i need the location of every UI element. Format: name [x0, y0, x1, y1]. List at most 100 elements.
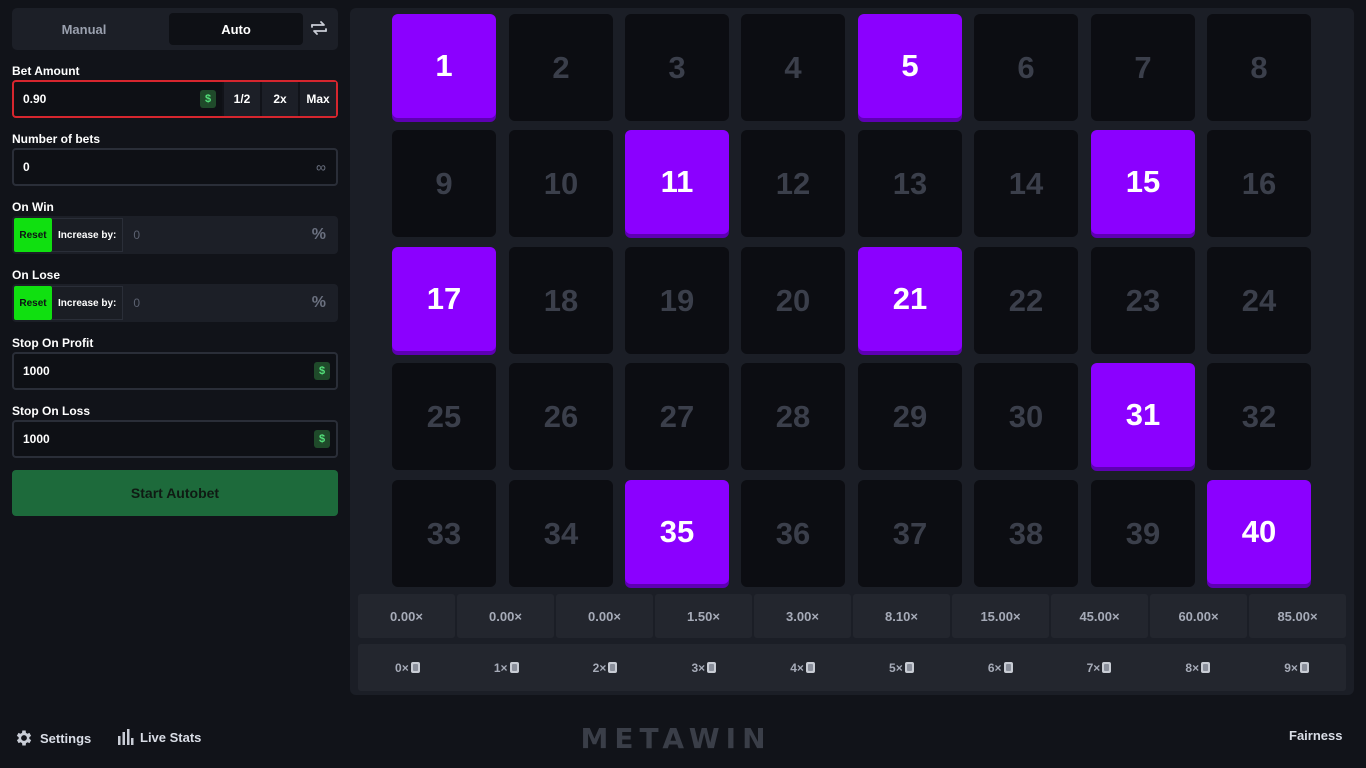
tile-31[interactable]: 31	[1091, 363, 1195, 467]
metawin-logo: METAWIN	[580, 721, 772, 755]
swap-icon[interactable]	[308, 17, 330, 39]
tile-17[interactable]: 17	[392, 247, 496, 351]
settings-button[interactable]: Settings	[14, 728, 91, 748]
hit-count: 6×	[987, 660, 1002, 675]
tile-24[interactable]: 24	[1207, 247, 1311, 354]
on-lose-increase-button[interactable]: Increase by:	[52, 286, 124, 320]
payout-cell: 1.50×	[655, 594, 752, 638]
tile-25[interactable]: 25	[392, 363, 496, 470]
gem-icon	[707, 662, 717, 673]
dollar-icon: $	[314, 362, 330, 380]
tile-8[interactable]: 8	[1207, 14, 1311, 121]
gem-icon	[1201, 662, 1211, 673]
tile-39[interactable]: 39	[1091, 480, 1195, 587]
stop-on-loss-input[interactable]: 1000	[14, 422, 314, 456]
number-of-bets-field: 0 ∞	[12, 148, 338, 186]
tile-3[interactable]: 3	[625, 14, 729, 121]
start-autobet-button[interactable]: Start Autobet	[12, 470, 338, 516]
tile-4[interactable]: 4	[741, 14, 845, 121]
gem-icon	[1003, 662, 1013, 673]
tile-6[interactable]: 6	[974, 14, 1078, 121]
tile-1[interactable]: 1	[392, 14, 496, 118]
hit-cell: 3×	[654, 644, 753, 691]
payout-cell: 0.00×	[556, 594, 653, 638]
tile-7[interactable]: 7	[1091, 14, 1195, 121]
gem-icon	[1299, 662, 1309, 673]
max-bet-button[interactable]: Max	[298, 82, 336, 116]
tile-36[interactable]: 36	[741, 480, 845, 587]
tile-30[interactable]: 30	[974, 363, 1078, 470]
autobet-panel: Manual Auto Bet Amount 0.90 $ 1/2 2x Max…	[12, 8, 338, 516]
tile-32[interactable]: 32	[1207, 363, 1311, 470]
tile-26[interactable]: 26	[509, 363, 613, 470]
dollar-icon: $	[314, 430, 330, 448]
bar-chart-icon	[118, 729, 134, 745]
tile-21[interactable]: 21	[858, 247, 962, 351]
gem-icon	[410, 662, 420, 673]
on-win-increase-input[interactable]: 0	[123, 216, 311, 254]
tile-23[interactable]: 23	[1091, 247, 1195, 354]
gem-icon	[1102, 662, 1112, 673]
tile-20[interactable]: 20	[741, 247, 845, 354]
tile-27[interactable]: 27	[625, 363, 729, 470]
tile-16[interactable]: 16	[1207, 130, 1311, 237]
settings-label: Settings	[40, 730, 92, 746]
fairness-link[interactable]: Fairness	[1289, 728, 1342, 743]
bet-amount-input[interactable]: 0.90	[14, 82, 200, 116]
tile-14[interactable]: 14	[974, 130, 1078, 237]
gem-icon	[805, 662, 815, 673]
on-lose-increase-input[interactable]: 0	[123, 284, 311, 322]
hit-count: 8×	[1185, 660, 1200, 675]
payout-cell: 3.00×	[754, 594, 851, 638]
payout-cell: 85.00×	[1249, 594, 1346, 638]
tile-35[interactable]: 35	[625, 480, 729, 584]
on-lose-label: On Lose	[12, 268, 61, 282]
tile-29[interactable]: 29	[858, 363, 962, 470]
number-of-bets-label: Number of bets	[12, 132, 101, 146]
tile-38[interactable]: 38	[974, 480, 1078, 587]
tile-2[interactable]: 2	[509, 14, 613, 121]
double-bet-button[interactable]: 2x	[260, 82, 298, 116]
tile-12[interactable]: 12	[741, 130, 845, 237]
hit-count: 1×	[493, 660, 508, 675]
live-stats-button[interactable]: Live Stats	[116, 728, 201, 746]
half-bet-button[interactable]: 1/2	[222, 82, 260, 116]
tile-28[interactable]: 28	[741, 363, 845, 470]
on-win-reset-button[interactable]: Reset	[14, 218, 52, 252]
tile-34[interactable]: 34	[509, 480, 613, 587]
on-win-label: On Win	[12, 200, 54, 214]
tile-40[interactable]: 40	[1207, 480, 1311, 584]
tile-22[interactable]: 22	[974, 247, 1078, 354]
on-win-increase-button[interactable]: Increase by:	[52, 218, 124, 252]
number-of-bets-input[interactable]: 0	[14, 150, 316, 184]
tile-33[interactable]: 33	[392, 480, 496, 587]
stop-on-profit-input[interactable]: 1000	[14, 354, 314, 388]
on-lose-row: Reset Increase by: 0 %	[12, 284, 338, 322]
hit-cell: 1×	[457, 644, 556, 691]
tile-37[interactable]: 37	[858, 480, 962, 587]
fairness-label: Fairness	[1289, 728, 1343, 743]
tile-15[interactable]: 15	[1091, 130, 1195, 234]
tile-11[interactable]: 11	[625, 130, 729, 234]
hit-cell: 7×	[1050, 644, 1149, 691]
tile-5[interactable]: 5	[858, 14, 962, 118]
tile-19[interactable]: 19	[625, 247, 729, 354]
hit-cell: 9×	[1247, 644, 1346, 691]
payout-cell: 45.00×	[1051, 594, 1148, 638]
stop-on-loss-label: Stop On Loss	[12, 404, 90, 418]
tab-manual[interactable]: Manual	[17, 13, 151, 45]
on-win-row: Reset Increase by: 0 %	[12, 216, 338, 254]
stop-on-loss-field: 1000 $	[12, 420, 338, 458]
stop-on-profit-field: 1000 $	[12, 352, 338, 390]
tile-9[interactable]: 9	[392, 130, 496, 237]
hits-table: 0× 1× 2× 3× 4× 5× 6× 7× 8× 9×	[358, 644, 1346, 691]
on-lose-reset-button[interactable]: Reset	[14, 286, 52, 320]
tile-18[interactable]: 18	[509, 247, 613, 354]
infinity-icon: ∞	[316, 159, 326, 175]
gem-icon	[608, 662, 618, 673]
gem-icon	[509, 662, 519, 673]
tile-10[interactable]: 10	[509, 130, 613, 237]
tab-auto[interactable]: Auto	[169, 13, 303, 45]
tile-13[interactable]: 13	[858, 130, 962, 237]
mode-tabs: Manual Auto	[12, 8, 338, 50]
